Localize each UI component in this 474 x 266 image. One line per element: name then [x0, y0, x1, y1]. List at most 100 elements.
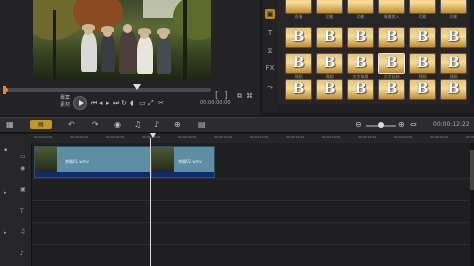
title-preset-tile[interactable]: B: [317, 80, 342, 99]
project-mode-label[interactable]: 專案: [60, 95, 70, 102]
project-duration: 00:00:12:22: [433, 121, 470, 128]
title-preset-tile[interactable]: [441, 0, 466, 13]
title-preset-tile[interactable]: [410, 0, 435, 13]
title-preset-glyph: B: [416, 29, 429, 45]
zoom-slider-handle[interactable]: [378, 122, 384, 128]
title-preset-tile[interactable]: B: [348, 28, 373, 47]
title-preset-label: 功能: [356, 14, 365, 19]
title-preset-tile[interactable]: B: [410, 80, 435, 99]
previous-frame-icon[interactable]: ◂: [99, 99, 103, 107]
title-preset-tile[interactable]: B: [379, 80, 404, 99]
title-preset-tile[interactable]: B: [317, 28, 342, 47]
play-button[interactable]: [73, 96, 87, 110]
title-preset-tile[interactable]: [286, 0, 311, 13]
auto-music-icon[interactable]: ♪: [154, 121, 159, 129]
title-preset-tile[interactable]: B: [441, 80, 466, 99]
path-icon[interactable]: ⤳: [265, 82, 275, 92]
redo-icon[interactable]: ↷: [92, 121, 99, 129]
preview-scrub-bar[interactable]: [4, 88, 211, 92]
title-preset-tile[interactable]: B: [379, 54, 404, 73]
next-frame-icon[interactable]: ▸: [106, 99, 110, 107]
title-preset-glyph: B: [354, 81, 367, 97]
title-preset-glyph: B: [447, 81, 460, 97]
title-preset-tile[interactable]: B: [348, 80, 373, 99]
ruler-label: 00:00:02:00: [70, 135, 89, 139]
clip-name: 賞楓02.wmv: [178, 159, 202, 164]
ruler-label: 00:00:04:00: [106, 135, 125, 139]
enlarge-icon[interactable]: ⤢: [148, 99, 154, 108]
ruler-label: 00:00:10:00: [214, 135, 233, 139]
ruler-label: 00:00:12:00: [250, 135, 269, 139]
title-preset-tile[interactable]: [317, 0, 342, 13]
play-mode-labels: 專案 素材: [60, 95, 70, 109]
snapshot-icon[interactable]: ⧉: [237, 92, 242, 101]
title-preset-tile[interactable]: B: [441, 54, 466, 73]
ruler-label: 00:00:16:00: [322, 135, 341, 139]
record-capture-icon[interactable]: ◉: [114, 121, 121, 129]
title-preset-label: 漸層跑入: [383, 14, 400, 19]
zoom-out-icon[interactable]: ⊖: [355, 121, 362, 129]
title-preset-tile[interactable]: [348, 0, 373, 13]
ruler-label: 00:00:20:00: [394, 135, 413, 139]
transition-icon[interactable]: ⧖: [265, 46, 275, 56]
video-clip[interactable]: 賞楓02.wmv: [151, 146, 215, 178]
sound-mixer-icon[interactable]: ♫: [134, 121, 141, 129]
title-preset-tile[interactable]: B: [348, 54, 373, 73]
track-option-icon[interactable]: ▸: [4, 230, 7, 236]
storyboard-view-button[interactable]: ▦: [6, 121, 14, 129]
undo-icon[interactable]: ↶: [68, 121, 75, 129]
title-preset-tile[interactable]: B: [441, 28, 466, 47]
title-preset-tile[interactable]: B: [286, 28, 311, 47]
title-preset-tile[interactable]: B: [286, 54, 311, 73]
title-preset-glyph: B: [292, 55, 305, 71]
overlay-track-icon[interactable]: ▣: [20, 186, 26, 193]
title-preset-tile[interactable]: B: [317, 54, 342, 73]
fit-project-icon[interactable]: ⇔: [410, 121, 417, 129]
music-track-icon[interactable]: ♪: [20, 250, 24, 257]
volume-icon[interactable]: ◖: [130, 99, 134, 107]
link-icon[interactable]: ⌘: [246, 92, 253, 100]
title-track-icon[interactable]: T: [20, 208, 24, 215]
ruler-label: 00:00:08:00: [178, 135, 197, 139]
ruler-label: 00:00:00:00: [34, 135, 53, 139]
title-preset-tile[interactable]: [379, 0, 404, 13]
video-track-icon[interactable]: ▭: [20, 153, 26, 160]
scrub-handle[interactable]: [133, 84, 141, 90]
title-icon[interactable]: T: [265, 28, 275, 38]
title-preset-glyph: B: [416, 81, 429, 97]
fx-icon[interactable]: FX: [265, 63, 275, 73]
lock-icon[interactable]: ▪: [4, 147, 7, 153]
timeline-scroll-thumb[interactable]: [470, 150, 474, 190]
track-option-icon[interactable]: ▸: [4, 190, 7, 196]
home-icon[interactable]: ⏮: [91, 99, 97, 108]
repeat-icon[interactable]: ↻: [121, 99, 127, 107]
title-preset-glyph: B: [354, 55, 367, 71]
video-clip[interactable]: 賞楓01.wmv: [34, 146, 151, 178]
title-preset-label: 逐漸: [294, 14, 303, 19]
title-preset-tile[interactable]: B: [286, 80, 311, 99]
clip-mode-label[interactable]: 素材: [60, 102, 70, 109]
playhead-line[interactable]: [150, 138, 151, 266]
end-icon[interactable]: ⏭: [113, 99, 119, 108]
zoom-in-icon[interactable]: ⊕: [398, 121, 405, 129]
preview-timecode[interactable]: 00:00:00:00: [200, 100, 231, 106]
hd-icon[interactable]: ▭: [139, 99, 146, 107]
split-icon[interactable]: ✂: [158, 99, 164, 107]
media-icon[interactable]: ▣: [265, 9, 275, 19]
title-preset-glyph: B: [323, 81, 336, 97]
title-preset-glyph: B: [385, 81, 398, 97]
motion-tracking-icon[interactable]: ⊕: [174, 121, 181, 129]
mark-in-indicator: [3, 86, 6, 94]
title-preset-tile[interactable]: B: [410, 28, 435, 47]
title-preset-tile[interactable]: B: [410, 54, 435, 73]
ruler-label: 00:00:18:00: [358, 135, 377, 139]
preview-video[interactable]: [33, 0, 211, 80]
title-preset-glyph: B: [385, 55, 398, 71]
title-preset-tile[interactable]: B: [379, 28, 404, 47]
library-scrollbar[interactable]: [470, 0, 474, 104]
title-preset-glyph: B: [323, 55, 336, 71]
timeline-view-button[interactable]: ▤: [30, 120, 52, 129]
subtitle-editor-icon[interactable]: ▤: [198, 121, 206, 129]
voice-track-icon[interactable]: ♫: [20, 228, 25, 235]
track-visibility-icon[interactable]: ◉: [20, 165, 25, 172]
